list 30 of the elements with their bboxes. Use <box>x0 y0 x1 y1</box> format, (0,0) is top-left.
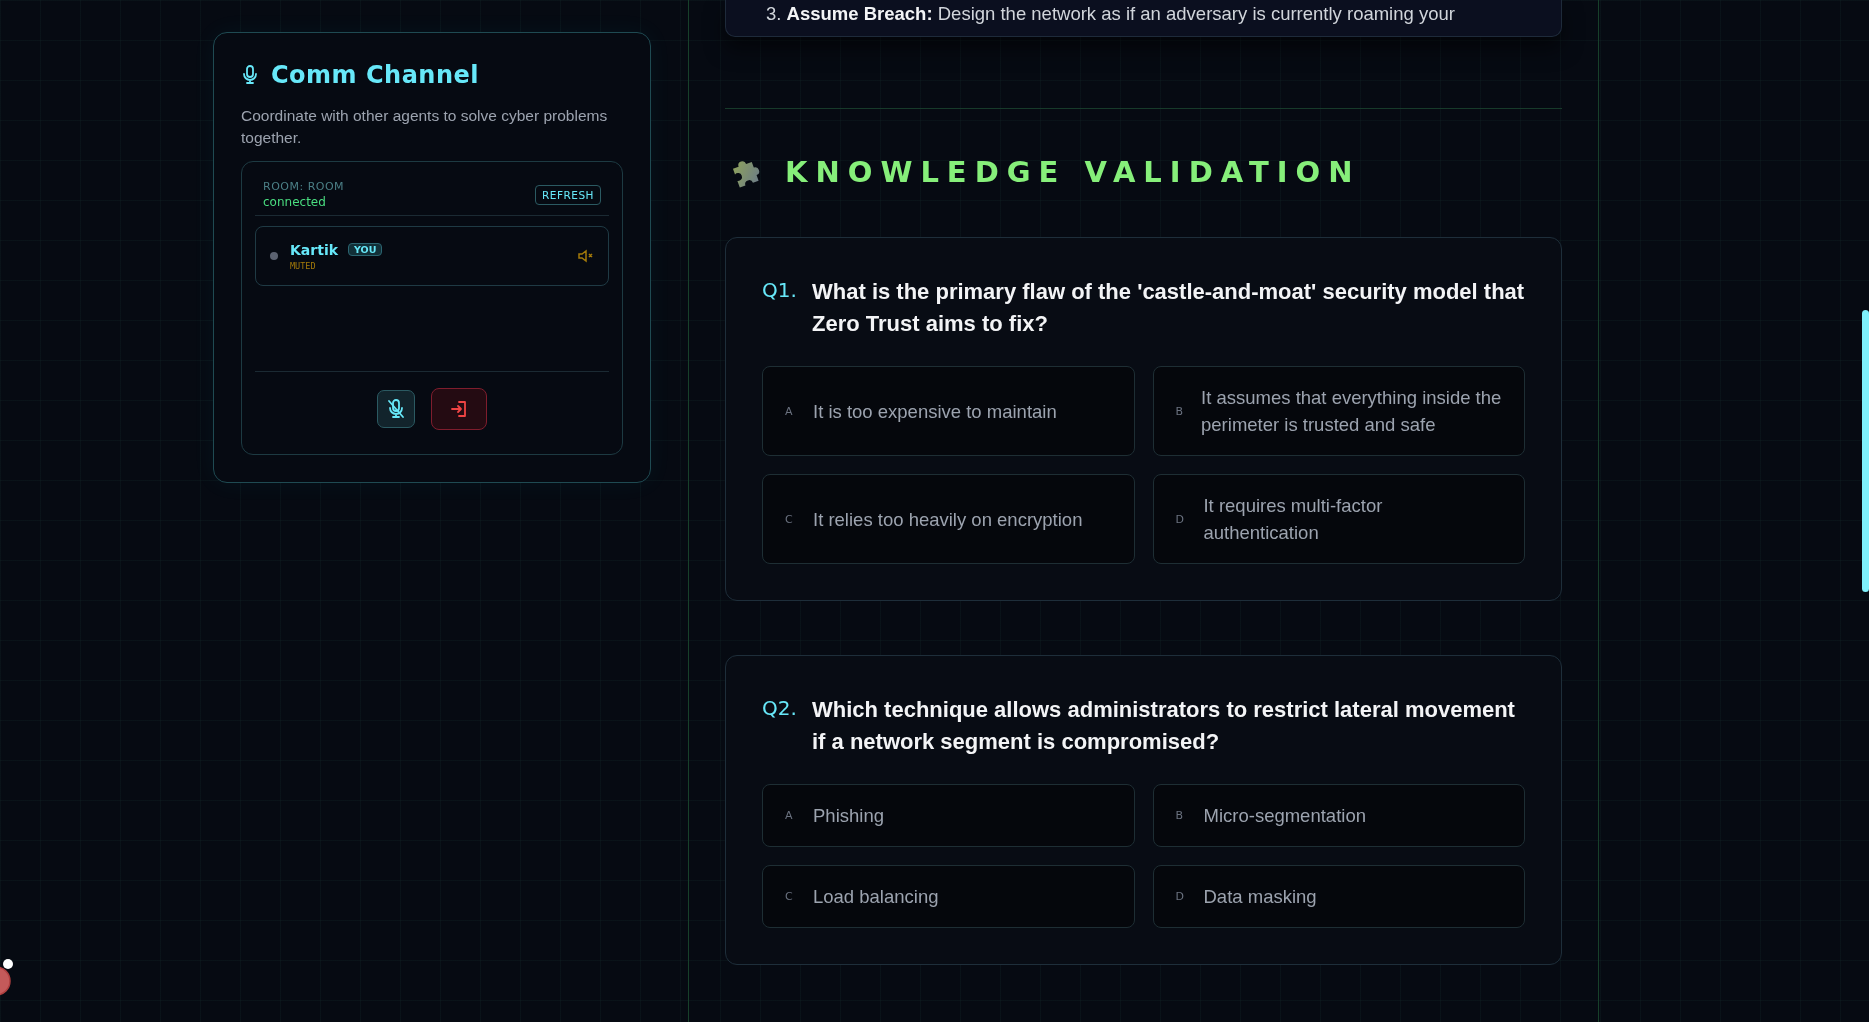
answer-option[interactable]: C Load balancing <box>762 865 1135 928</box>
mute-button[interactable] <box>377 390 415 428</box>
question-number: Q2. <box>762 695 796 722</box>
question-text: What is the primary flaw of the 'castle-and-moat' security model that Zero Trust aims to fix? <box>812 278 1525 338</box>
leave-button[interactable] <box>431 388 487 430</box>
question-number: Q1. <box>762 277 796 304</box>
panel-title: Comm Channel <box>271 61 480 89</box>
speaker-muted-icon[interactable] <box>578 249 594 263</box>
mic-off-icon <box>387 399 405 419</box>
room-label: ROOM: ROOM <box>263 180 345 193</box>
answer-option[interactable]: B Micro-segmentation <box>1152 784 1525 847</box>
participant-status: MUTED <box>290 260 317 271</box>
you-badge: YOU <box>348 243 383 256</box>
participant-name: Kartik <box>290 241 338 258</box>
status-dot-icon <box>270 252 278 260</box>
mic-icon <box>241 65 259 85</box>
panel-description: Coordinate with other agents to solve cyber problems together. <box>241 106 609 148</box>
exit-icon <box>450 400 468 418</box>
answer-option[interactable]: A It is too expensive to maintain <box>762 366 1135 456</box>
answer-option[interactable]: D Data masking <box>1152 865 1525 928</box>
answer-option[interactable]: A Phishing <box>762 784 1135 847</box>
lesson-text: 3. Assume Breach: Design the network as if an adversary is currently roaming your <box>766 2 1456 26</box>
connection-status: connected <box>263 195 327 209</box>
section-heading: KNOWLEDGE VALIDATION <box>785 155 1361 189</box>
scrollbar-thumb[interactable] <box>1862 310 1869 592</box>
answer-option[interactable]: D It requires multi-factor authentication <box>1152 474 1525 564</box>
refresh-button[interactable]: REFRESH <box>535 184 601 205</box>
answer-option[interactable]: C It relies too heavily on encryption <box>762 474 1135 564</box>
question-text: Which technique allows administrators to restrict lateral movement if a network segment is compromised? <box>812 696 1516 756</box>
answer-option[interactable]: B It assumes that everything inside the perimeter is trusted and safe <box>1152 366 1525 456</box>
